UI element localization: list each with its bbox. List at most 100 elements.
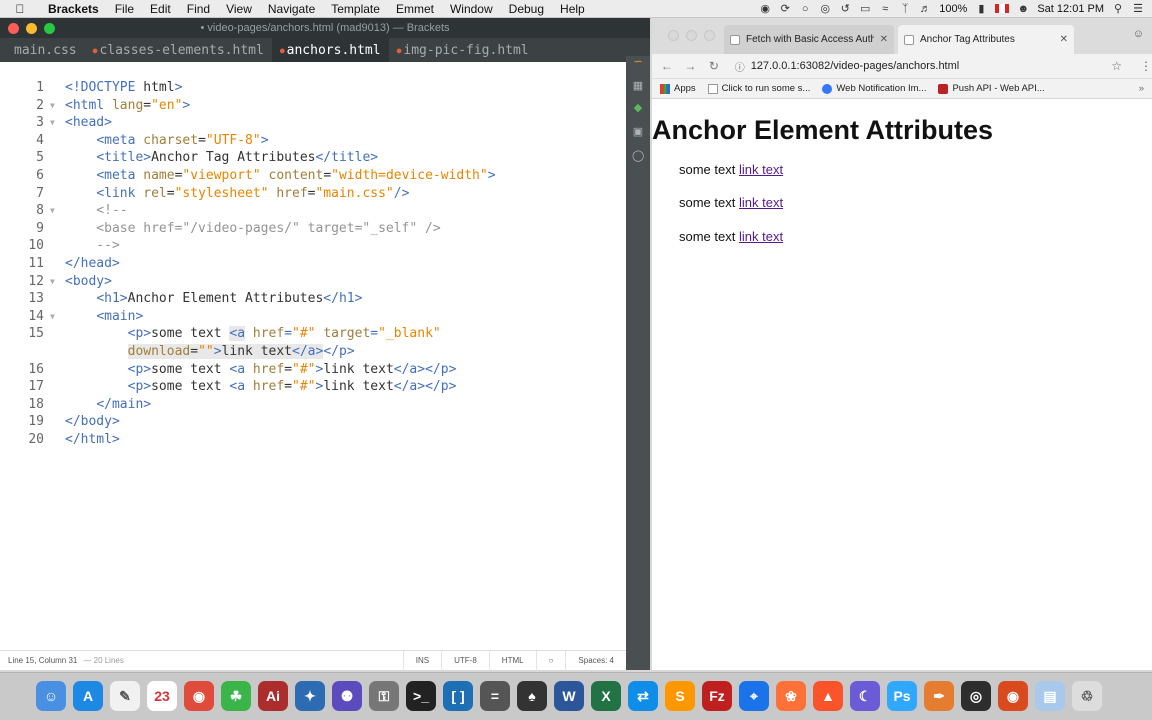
address-bar[interactable]: ⓘ 127.0.0.1:63082/video-pages/anchors.ht… [735, 57, 1122, 75]
profile-icon[interactable]: ☺ [1133, 28, 1144, 40]
clock[interactable]: Sat 12:01 PM [1037, 3, 1104, 15]
bookmark-click-to-run[interactable]: Click to run some s... [707, 83, 810, 94]
fold-arrow-icon[interactable]: ▼ [50, 202, 55, 220]
code-line[interactable]: 4 <meta charset="UTF-8"> [0, 132, 626, 150]
code-line[interactable]: 13 <h1>Anchor Element Attributes</h1> [0, 290, 626, 308]
link-text-1[interactable]: link text [739, 162, 783, 177]
code-line[interactable]: 11 </head> [0, 255, 626, 273]
wifi-icon[interactable]: ≈ [879, 3, 891, 15]
zoom-window-button[interactable] [704, 30, 715, 41]
insert-mode[interactable]: INS [402, 650, 441, 671]
menu-emmet[interactable]: Emmet [388, 2, 442, 16]
word-icon[interactable]: W [554, 681, 584, 711]
preview-panel-icon[interactable]: ▣ [632, 126, 644, 138]
code-line[interactable]: 2 ▼ <html lang="en"> [0, 97, 626, 115]
code-line[interactable]: 9 <base href="/video-pages/" target="_se… [0, 220, 626, 238]
folder-icon[interactable]: ▤ [1035, 681, 1065, 711]
menu-help[interactable]: Help [552, 2, 593, 16]
code-line[interactable]: 19 </body> [0, 413, 626, 431]
sync-icon[interactable]: ⟳ [779, 2, 791, 15]
close-tab-icon[interactable]: ✕ [880, 34, 888, 45]
bookmark-star-icon[interactable]: ☆ [1111, 59, 1122, 73]
elephant-icon[interactable]: ♠ [517, 681, 547, 711]
reload-icon[interactable]: ↻ [707, 59, 721, 73]
code-line[interactable]: 1 <!DOCTYPE html> [0, 79, 626, 97]
user-icon[interactable]: ☻ [1017, 3, 1030, 15]
link-text-3[interactable]: link text [739, 229, 783, 244]
close-window-button[interactable] [668, 30, 679, 41]
back-icon[interactable]: ← [660, 59, 674, 73]
input-source-flag-icon[interactable] [995, 4, 1010, 13]
sourcetree-icon[interactable]: ✦ [295, 681, 325, 711]
adobe-cc-icon[interactable]: ◉ [759, 2, 771, 15]
browser-tab-anchor[interactable]: Anchor Tag Attributes ✕ [898, 25, 1074, 54]
keychain-icon[interactable]: ⚿ [369, 681, 399, 711]
tab-img-pic-fig[interactable]: ● img-pic-fig.html [389, 38, 537, 62]
leaf-icon[interactable]: ☘ [221, 681, 251, 711]
terminal-icon[interactable]: >_ [406, 681, 436, 711]
brackets-icon[interactable]: [ ] [443, 681, 473, 711]
time-machine-icon[interactable]: ↺ [839, 2, 851, 15]
git-icon[interactable]: ◆ [632, 102, 644, 114]
notification-center-icon[interactable]: ☰ [1132, 2, 1144, 15]
trash-icon[interactable]: ♲ [1072, 681, 1102, 711]
forward-icon[interactable]: → [684, 59, 698, 73]
code-line[interactable]: 8 ▼ <!-- [0, 202, 626, 220]
language-select[interactable]: HTML [488, 650, 536, 671]
finder-icon[interactable]: ☺ [36, 681, 66, 711]
code-line[interactable]: 3 ▼ <head> [0, 114, 626, 132]
fold-arrow-icon[interactable]: ▼ [50, 114, 55, 132]
cursor-position[interactable]: Line 15, Column 31 [0, 656, 77, 665]
fold-arrow-icon[interactable]: ▼ [50, 273, 55, 291]
code-line[interactable]: download="">link text</a></p> [0, 343, 626, 361]
airplay-icon[interactable]: ▭ [859, 2, 871, 15]
code-line[interactable]: 10 --> [0, 237, 626, 255]
adobe-icon[interactable]: Ai [258, 681, 288, 711]
code-line[interactable]: 12 ▼ <body> [0, 273, 626, 291]
info-icon[interactable]: ⓘ [735, 59, 745, 74]
password-icon[interactable]: ◎ [819, 2, 831, 15]
code-line[interactable]: 18 </main> [0, 396, 626, 414]
bookmark-apps[interactable]: Apps [660, 83, 696, 94]
menu-edit[interactable]: Edit [142, 2, 179, 16]
bookmark-web-notification[interactable]: Web Notification Im... [822, 83, 926, 94]
brave-icon[interactable]: ▲ [813, 681, 843, 711]
creative-cloud-icon[interactable]: ○ [799, 3, 811, 15]
encoding-select[interactable]: UTF-8 [441, 650, 489, 671]
extension-manager-icon[interactable]: ▦ [632, 80, 644, 92]
live-preview-icon[interactable]: ∽ [632, 56, 644, 68]
menu-file[interactable]: File [107, 2, 142, 16]
pen-icon[interactable]: ✒ [924, 681, 954, 711]
code-line[interactable]: 14 ▼ <main> [0, 308, 626, 326]
code-line[interactable]: 20 </html> [0, 431, 626, 449]
textedit-icon[interactable]: ✎ [110, 681, 140, 711]
more-bookmarks-icon[interactable]: » [1139, 83, 1152, 94]
spotlight-search-icon[interactable]: ⚲ [1112, 2, 1124, 15]
github-icon[interactable]: ⚉ [332, 681, 362, 711]
code-line[interactable]: 5 <title>Anchor Tag Attributes</title> [0, 149, 626, 167]
minimize-window-button[interactable] [686, 30, 697, 41]
tab-main-css[interactable]: main.css [6, 38, 85, 62]
photoshop-icon[interactable]: Ps [887, 681, 917, 711]
menu-find[interactable]: Find [179, 2, 218, 16]
chrome-menu-icon[interactable]: ⋮ [1140, 59, 1152, 73]
code-line[interactable]: 15 <p>some text <a href="#" target="_bla… [0, 325, 626, 343]
menu-navigate[interactable]: Navigate [260, 2, 323, 16]
chrome-icon[interactable]: ◉ [184, 681, 214, 711]
indent-spaces[interactable]: Spaces: 4 [565, 650, 626, 671]
aperture-icon[interactable]: ◎ [961, 681, 991, 711]
chrome-canary-icon[interactable]: ◉ [998, 681, 1028, 711]
menu-app-name[interactable]: Brackets [40, 2, 107, 16]
menu-window[interactable]: Window [442, 2, 501, 16]
tab-classes-elements[interactable]: ● classes-elements.html [85, 38, 272, 62]
safari-icon[interactable]: ⌖ [739, 681, 769, 711]
close-tab-icon[interactable]: ✕ [1060, 34, 1068, 45]
code-line[interactable]: 16 <p>some text <a href="#">link text</a… [0, 361, 626, 379]
app-store-icon[interactable]: A [73, 681, 103, 711]
tab-anchors[interactable]: ● anchors.html [271, 38, 389, 62]
code-line[interactable]: 6 <meta name="viewport" content="width=d… [0, 167, 626, 185]
code-line[interactable]: 17 <p>some text <a href="#">link text</a… [0, 378, 626, 396]
fold-arrow-icon[interactable]: ▼ [50, 308, 55, 326]
fold-arrow-icon[interactable]: ▼ [50, 97, 55, 115]
moon-icon[interactable]: ☾ [850, 681, 880, 711]
